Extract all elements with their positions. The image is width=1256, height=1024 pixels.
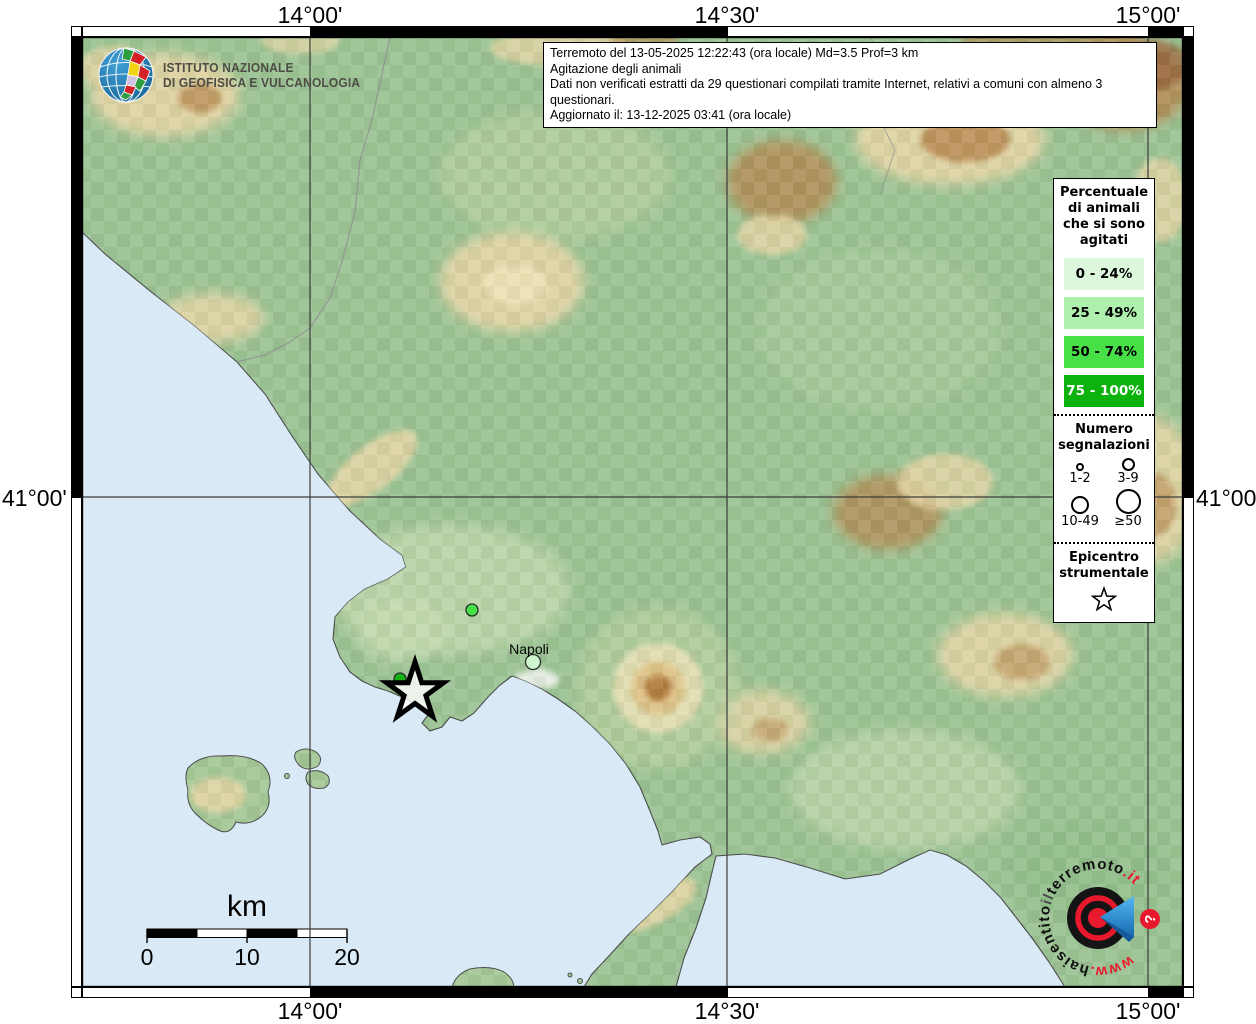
map-page: 14°00' 14°30' 15°00' 14°00' 14°30' 15°00… [0,0,1256,1024]
frame-segment [1148,987,1184,998]
count-circle-50plus [1115,489,1141,514]
legend-counts-grid: 1-2 3-9 10-49 ≥50 [1054,456,1154,536]
axis-label-top-15-00: 15°00' [1115,2,1181,28]
question-mark: ? [1142,914,1159,923]
legend-epicenter-star-icon [1090,586,1118,612]
ingv-logo: ISTITUTO NAZIONALE DI GEOFISICA E VULCAN… [97,46,377,104]
event-info-line: Aggiornato il: 13-12-2025 03:41 (ora loc… [550,108,792,122]
ingv-logo-globe [98,47,154,103]
frame-segment [1148,26,1184,37]
legend-percent-title: Percentuale di animali che si sono agita… [1059,185,1149,248]
event-info-line: Terremoto del 13-05-2025 12:22:43 (ora l… [550,46,919,60]
frame-segment [1183,37,1194,498]
event-info-box: Terremoto del 13-05-2025 12:22:43 (ora l… [543,42,1157,128]
frame-segment [310,26,728,37]
axis-label-right-41-00: 41°00' [1196,485,1256,511]
legend-panel: Percentuale di animali che si sono agita… [1053,178,1155,623]
legend-class-25-49: 25 - 49% [1064,297,1144,329]
axis-label-left-41-00: 41°00' [2,485,67,511]
ingv-logo-text: ISTITUTO NAZIONALE DI GEOFISICA E VULCAN… [163,60,361,90]
legend-class-75-100: 75 - 100% [1064,375,1144,407]
frame-segment [1183,497,1194,987]
islet [567,972,573,978]
scale-tick-10: 10 [234,944,260,970]
frame-segment [727,987,1149,998]
frame-corner [1183,987,1194,998]
islet [284,773,290,779]
axis-label-bottom-14-30: 14°30' [694,998,760,1024]
frame-corner [1183,26,1194,37]
legend-class-0-24: 0 - 24% [1064,258,1144,290]
event-info-line: Dati non verificati estratti da 29 quest… [550,77,1103,107]
axis-label-bottom-15-00: 15°00' [1115,998,1181,1024]
frame-segment [310,987,728,998]
report-marker [465,603,479,617]
frame-segment [71,497,82,987]
scale-tick-0: 0 [141,944,154,970]
event-info-line: Agitazione degli animali [550,61,682,76]
frame-segment [71,37,82,498]
scale-bar-unit: km [227,890,267,923]
axis-label-top-14-00: 14°00' [277,2,343,28]
frame-segment [727,26,1149,37]
frame-segment [82,26,311,37]
city-label-napoli: Napoli [509,641,549,657]
frame-corner [71,26,82,37]
frame-segment [82,987,311,998]
count-circle-3-9 [1121,458,1135,471]
count-circle-1-2 [1076,463,1084,471]
legend-epicenter-title: Epicentro strumentale [1059,550,1149,581]
legend-class-50-74: 50 - 74% [1064,336,1144,368]
count-circle-10-49 [1071,496,1089,514]
islet [577,978,583,984]
frame-corner [71,987,82,998]
legend-counts-title: Numero segnalazioni [1058,422,1150,453]
topographic-map: km 0 10 20 Napoli www.haisentitoilterrem… [82,37,1183,987]
scale-tick-20: 20 [334,944,360,970]
axis-label-bottom-14-00: 14°00' [277,998,343,1024]
axis-label-top-14-30: 14°30' [694,2,760,28]
